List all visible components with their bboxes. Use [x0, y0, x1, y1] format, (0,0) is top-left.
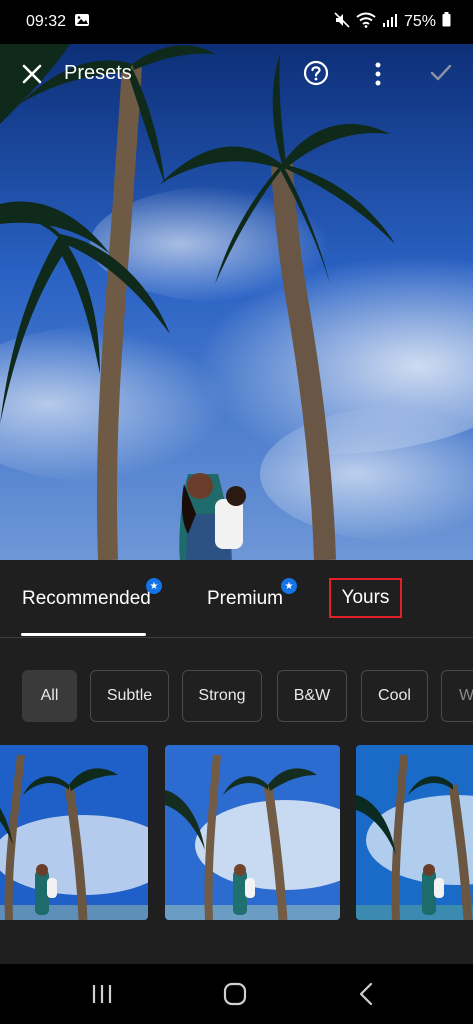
chip-bw[interactable]: B&W: [277, 670, 347, 722]
chip-subtle[interactable]: Subtle: [90, 670, 169, 722]
premium-star-icon: ★: [146, 578, 162, 594]
chip-partial[interactable]: W: [441, 670, 473, 722]
gallery-notification-icon: [74, 13, 90, 32]
tab-recommended[interactable]: Recommended: [22, 588, 151, 610]
premium-star-icon: ★: [281, 578, 297, 594]
check-icon[interactable]: [428, 60, 454, 86]
system-navigation-bar: [0, 964, 473, 1024]
preset-thumbnail[interactable]: [165, 745, 340, 920]
status-bar: 09:32 75%: [0, 0, 473, 44]
help-circle-icon[interactable]: [303, 60, 329, 86]
signal-icon: [382, 13, 398, 32]
wifi-icon: [356, 12, 376, 33]
home-icon[interactable]: [220, 980, 250, 1008]
close-icon[interactable]: [18, 60, 46, 88]
page-title: Presets: [64, 62, 132, 84]
preset-thumbnails: [0, 745, 473, 920]
selected-tab-indicator: [21, 633, 146, 636]
preset-thumbnail[interactable]: [0, 745, 148, 920]
back-icon[interactable]: [352, 980, 382, 1008]
top-toolbar: Presets: [0, 52, 473, 96]
preset-thumbnail[interactable]: [356, 745, 473, 920]
recents-icon[interactable]: [87, 980, 117, 1008]
photo-preview[interactable]: [0, 44, 473, 560]
status-time: 09:32: [26, 13, 67, 30]
chip-cool[interactable]: Cool: [361, 670, 428, 722]
battery-percent: 75%: [403, 13, 436, 30]
category-chips: All Subtle Strong B&W Cool W: [0, 670, 473, 724]
tab-premium[interactable]: Premium: [207, 588, 283, 610]
chip-all[interactable]: All: [22, 670, 77, 722]
presets-panel: Recommended ★ Premium ★ Yours All Subtle…: [0, 560, 473, 964]
mute-icon: [334, 11, 350, 33]
preset-tabs: Recommended ★ Premium ★ Yours: [0, 560, 473, 638]
tab-yours[interactable]: Yours: [329, 578, 402, 618]
chip-strong[interactable]: Strong: [182, 670, 262, 722]
battery-icon: [442, 12, 451, 32]
more-vertical-icon[interactable]: [368, 60, 388, 88]
